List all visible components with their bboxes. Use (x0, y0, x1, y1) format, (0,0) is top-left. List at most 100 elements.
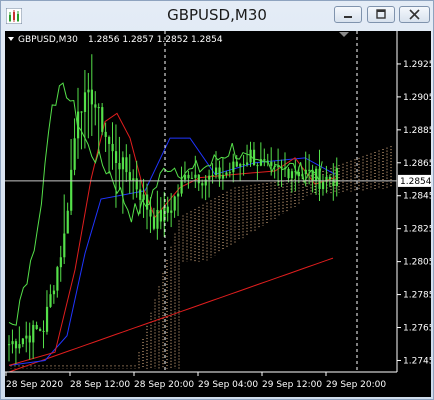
price-tick-label: 1.2805 (403, 258, 431, 268)
candle-body (114, 151, 118, 164)
candle-body (77, 111, 80, 139)
minimize-button[interactable] (334, 6, 362, 23)
candle-body (45, 306, 49, 332)
candle-body (301, 174, 304, 177)
candle-body (249, 149, 252, 163)
candle-body (218, 167, 221, 179)
candle-body (135, 178, 138, 190)
candle-body (132, 178, 135, 181)
minimize-icon (344, 16, 352, 18)
candle-body (104, 131, 107, 137)
candle-body (8, 344, 11, 346)
candle-body (32, 324, 35, 343)
candle-body (149, 209, 152, 217)
price-tick-label: 1.2865 (403, 159, 431, 169)
candle-body (18, 344, 21, 349)
candle-body (297, 171, 300, 177)
candle-body (170, 210, 173, 213)
kijun-line (8, 137, 336, 366)
candle-body (308, 169, 311, 171)
time-tick-label: 29 Sep 04:00 (198, 380, 258, 390)
candle-body (287, 168, 290, 179)
candle-body (235, 161, 238, 167)
ohlc-values: 1.2856 1.2857 1.2852 1.2854 (88, 35, 223, 45)
candle-body (108, 136, 111, 144)
chart-window: GBPUSD,M30 1.292 1.290 1.288 1.286 1.284… (0, 0, 434, 400)
candle-body (242, 163, 245, 165)
candle-body (66, 210, 69, 234)
candle-body (328, 176, 332, 180)
chart-symbol-label: GBPUSD,M30 (18, 35, 78, 45)
candle-body (232, 161, 235, 173)
title-bar[interactable]: GBPUSD,M30 (1, 1, 433, 31)
chart-overlays (164, 31, 358, 372)
candle-body (42, 330, 45, 332)
restore-button[interactable] (367, 6, 395, 23)
candle-body (335, 167, 338, 187)
candle-body (97, 107, 100, 109)
candle-body (321, 181, 325, 190)
candle-body (284, 168, 287, 170)
indicator-lines (8, 82, 336, 373)
candle-body (211, 174, 214, 176)
candle-body (259, 159, 263, 166)
candle-body (187, 174, 190, 179)
candle-body (290, 171, 294, 179)
candle-body (246, 162, 249, 165)
candle-body (252, 149, 256, 166)
candle-body (177, 193, 180, 197)
candle-body (256, 165, 259, 167)
close-button[interactable] (399, 6, 430, 23)
chart-shift-marker-icon[interactable] (339, 32, 349, 37)
candle-body (11, 341, 14, 345)
candle-body (225, 172, 228, 175)
candle-body (49, 294, 52, 307)
candle-body (59, 257, 62, 268)
candle-body (266, 160, 269, 162)
time-tick-label: 28 Sep 20:00 (134, 380, 194, 390)
price-tick-label: 1.2885 (403, 126, 431, 136)
candle-body (63, 233, 66, 258)
candle-body (52, 290, 56, 295)
candle-body (121, 157, 125, 170)
price-chart[interactable]: 1.2925 1.2905 1.2885 1.2865 1.2845 1.2825 1.28… (5, 31, 431, 397)
candle-body (142, 194, 145, 200)
price-axis: 1.2925 1.2905 1.2885 1.2865 1.2845 1.2825 1.28… (397, 60, 431, 366)
candle-body (128, 172, 131, 181)
candle-body (270, 161, 273, 166)
candle-body (90, 89, 93, 105)
candle-body (228, 172, 231, 174)
time-tick-label: 28 Sep 2020 (6, 380, 63, 390)
candle-body (94, 104, 97, 108)
candles (8, 54, 338, 364)
tenkan-line (8, 112, 336, 366)
candle-body (28, 335, 31, 343)
candle-body (166, 206, 169, 213)
candle-body (304, 169, 307, 175)
candle-body (156, 209, 159, 229)
candle-body (294, 171, 297, 173)
candle-body (21, 338, 24, 345)
collapse-arrow-icon[interactable] (8, 37, 14, 41)
candle-body (35, 324, 38, 330)
candle-body (201, 183, 204, 186)
candle-body (277, 166, 280, 168)
candle-body (180, 179, 183, 194)
candle-body (14, 341, 18, 349)
candle-body (83, 92, 87, 112)
candle-body (139, 189, 142, 200)
candle-body (125, 157, 128, 173)
candle-body (311, 170, 314, 181)
candle-body (315, 168, 318, 181)
time-tick-label: 29 Sep 20:00 (326, 380, 386, 390)
candle-body (215, 167, 218, 175)
candle-body (87, 89, 90, 93)
candle-body (173, 196, 176, 211)
candle-body (183, 174, 187, 180)
chart-area[interactable]: 1.2925 1.2905 1.2885 1.2865 1.2845 1.2825 1.28… (5, 31, 431, 397)
candle-body (221, 174, 225, 179)
candle-body (101, 107, 104, 132)
candle-body (80, 111, 83, 113)
candle-body (208, 175, 211, 180)
candle-body (111, 143, 114, 152)
